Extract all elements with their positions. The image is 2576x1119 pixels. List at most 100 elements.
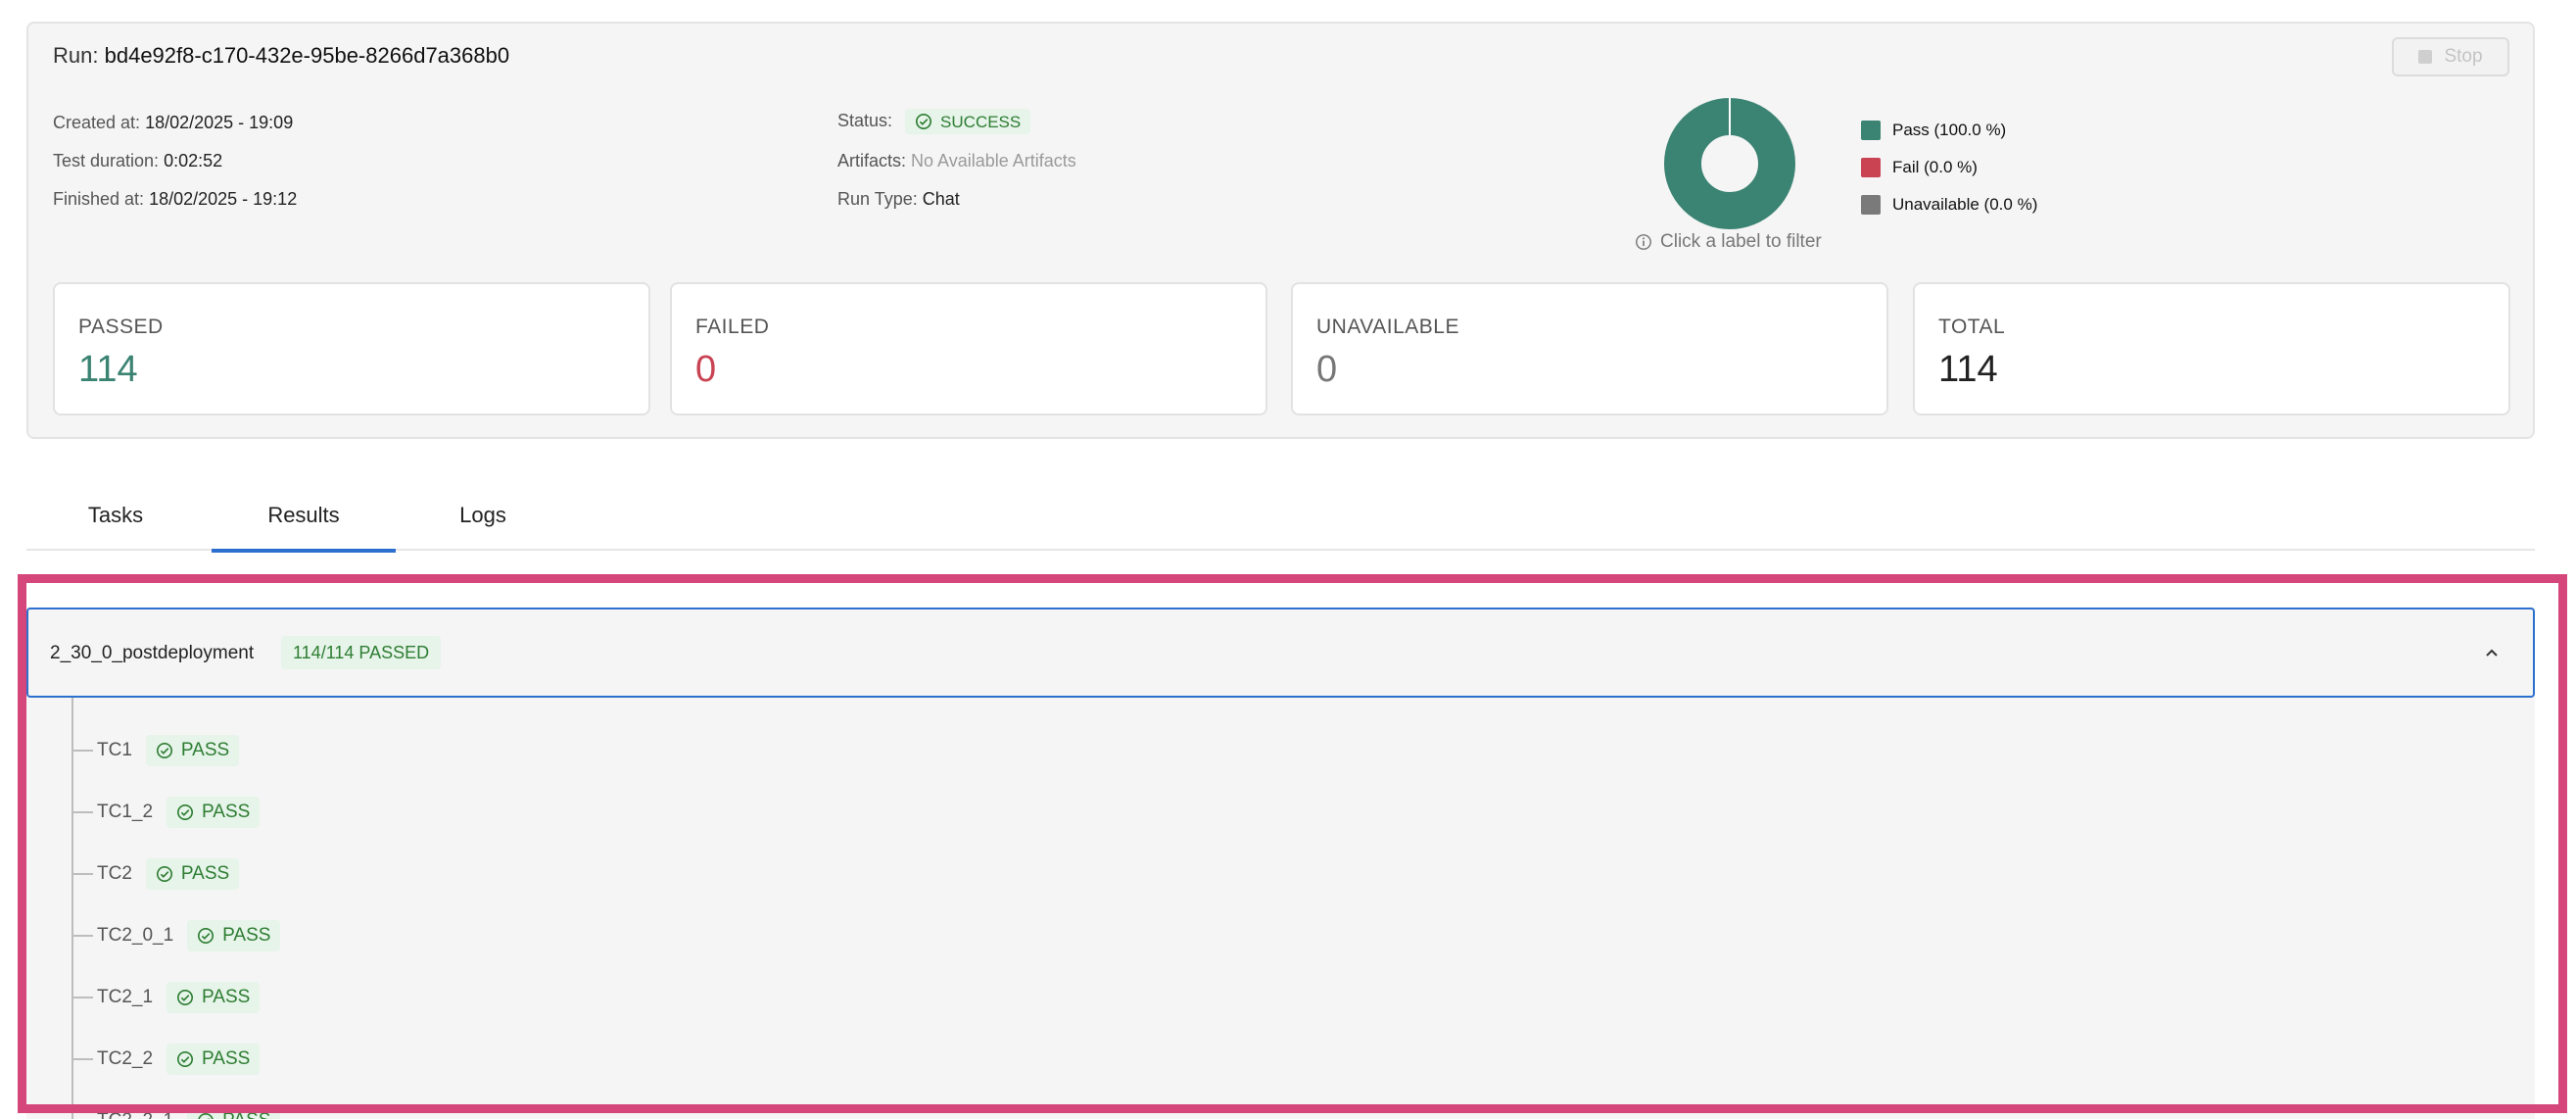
test-case-name: TC2_0_1	[97, 925, 174, 946]
chevron-up-icon[interactable]	[2480, 641, 2504, 664]
legend-swatch	[1861, 158, 1881, 177]
tree-branch	[73, 750, 93, 752]
finished-at: Finished at: 18/02/2025 - 19:12	[53, 190, 297, 208]
info-icon	[1636, 234, 1651, 250]
results-area: 2_30_0_postdeployment 114/114 PASSED TC1…	[26, 608, 2535, 1119]
status-label: Status:	[837, 110, 893, 130]
pass-badge-label: PASS	[222, 925, 271, 946]
legend-item[interactable]: Pass (100.0 %)	[1861, 112, 2037, 149]
stat-card-failed: FAILED 0	[670, 282, 1267, 415]
legend-swatch	[1861, 121, 1881, 140]
legend-label: Fail (0.0 %)	[1892, 158, 1978, 176]
check-circle-icon	[198, 927, 215, 945]
pass-badge-label: PASS	[222, 1110, 270, 1119]
result-donut-chart	[1664, 98, 1795, 229]
legend-item[interactable]: Unavailable (0.0 %)	[1861, 186, 2037, 223]
pass-badge: PASS	[145, 858, 240, 890]
pass-badge: PASS	[167, 1044, 261, 1075]
status-badge: SUCCESS	[905, 109, 1031, 134]
finished-at-label: Finished at:	[53, 189, 145, 209]
check-circle-icon	[177, 1050, 194, 1068]
test-case-name: TC1_2	[97, 802, 154, 822]
stat-card-unavailable: UNAVAILABLE 0	[1291, 282, 1888, 415]
test-case-row[interactable]: TC1 PASS	[73, 731, 240, 770]
check-circle-icon	[198, 1112, 214, 1119]
test-duration-label: Test duration:	[53, 151, 160, 170]
tree-branch	[73, 811, 93, 813]
chart-hint-text: Click a label to filter	[1660, 231, 1822, 252]
finished-at-value: 18/02/2025 - 19:12	[149, 189, 298, 209]
test-case-row[interactable]: TC2_1 PASS	[73, 978, 261, 1017]
test-case-row[interactable]: TC2_0_1 PASS	[73, 916, 281, 955]
pass-badge-label: PASS	[202, 802, 251, 822]
test-case-name: TC2_2	[97, 1048, 154, 1069]
stat-card-passed: PASSED 114	[53, 282, 650, 415]
tree-branch	[73, 935, 93, 937]
group-name: 2_30_0_postdeployment	[50, 643, 255, 663]
pass-badge: PASS	[167, 797, 261, 828]
check-circle-icon	[156, 865, 172, 883]
stat-label: UNAVAILABLE	[1316, 316, 1459, 338]
stop-button[interactable]: Stop	[2392, 37, 2509, 76]
stat-value: 114	[78, 349, 138, 390]
created-at-value: 18/02/2025 - 19:09	[145, 113, 294, 132]
pass-badge-label: PASS	[180, 863, 230, 884]
stat-label: PASSED	[78, 316, 164, 338]
test-case-name: TC2	[97, 863, 132, 884]
donut-svg	[1664, 98, 1795, 229]
tab-tasks[interactable]: Tasks	[64, 480, 167, 551]
legend-swatch	[1861, 195, 1881, 215]
artifacts-label: Artifacts:	[837, 151, 907, 170]
run-title: Run: bd4e92f8-c170-432e-95be-8266d7a368b…	[53, 43, 509, 69]
stat-label: FAILED	[695, 316, 770, 338]
pass-badge-label: PASS	[180, 740, 230, 760]
result-group-header[interactable]: 2_30_0_postdeployment 114/114 PASSED	[26, 608, 2535, 698]
pass-badge: PASS	[167, 982, 261, 1013]
created-at-label: Created at:	[53, 113, 141, 132]
tree-branch	[73, 997, 93, 998]
stop-button-label: Stop	[2444, 46, 2483, 67]
stat-label: TOTAL	[1938, 316, 2006, 338]
stat-value: 0	[1316, 349, 1338, 390]
test-case-name: TC2_2_1	[97, 1110, 173, 1119]
legend-label: Pass (100.0 %)	[1892, 121, 2007, 139]
test-case-row[interactable]: TC2_2_1 PASS	[73, 1101, 281, 1119]
stat-value: 0	[695, 349, 717, 390]
run-type-label: Run Type:	[837, 189, 918, 209]
check-circle-icon	[156, 742, 172, 759]
test-case-name: TC2_1	[97, 987, 154, 1007]
run-type-value: Chat	[922, 189, 960, 209]
pass-badge: PASS	[187, 920, 281, 951]
legend-item[interactable]: Fail (0.0 %)	[1861, 149, 2037, 186]
test-duration-value: 0:02:52	[164, 151, 223, 170]
tab-logs[interactable]: Logs	[438, 480, 528, 551]
test-case-row[interactable]: TC2 PASS	[73, 854, 240, 894]
check-circle-icon	[177, 989, 194, 1006]
tab-results[interactable]: Results	[212, 480, 396, 553]
tree-branch	[73, 873, 93, 875]
chart-hint: Click a label to filter	[1635, 231, 1822, 253]
tab-bar: Tasks Results Logs	[26, 480, 2535, 553]
artifacts-value: No Available Artifacts	[911, 151, 1076, 170]
pass-badge-label: PASS	[202, 1048, 251, 1069]
group-pass-badge: 114/114 PASSED	[281, 636, 442, 669]
status-value: SUCCESS	[940, 112, 1022, 131]
run-summary-panel: Run: bd4e92f8-c170-432e-95be-8266d7a368b…	[26, 22, 2535, 439]
status: Status: SUCCESS	[837, 109, 1031, 134]
legend-label: Unavailable (0.0 %)	[1892, 195, 2038, 214]
test-case-name: TC1	[97, 740, 132, 760]
pass-badge: PASS	[145, 735, 240, 766]
created-at: Created at: 18/02/2025 - 19:09	[53, 114, 293, 131]
run-type: Run Type: Chat	[837, 190, 960, 208]
pass-badge: PASS	[187, 1105, 281, 1119]
stat-value: 114	[1938, 349, 1998, 390]
check-circle-icon	[177, 803, 194, 821]
test-case-row[interactable]: TC2_2 PASS	[73, 1040, 261, 1079]
pass-badge-label: PASS	[202, 987, 251, 1007]
tree-branch	[73, 1058, 93, 1060]
chart-legend: Pass (100.0 %) Fail (0.0 %) Unavailable (0…	[1861, 112, 2037, 223]
artifacts: Artifacts: No Available Artifacts	[837, 152, 1076, 170]
test-duration: Test duration: 0:02:52	[53, 152, 222, 170]
test-case-row[interactable]: TC1_2 PASS	[73, 793, 261, 832]
run-title-label: Run:	[53, 43, 99, 68]
